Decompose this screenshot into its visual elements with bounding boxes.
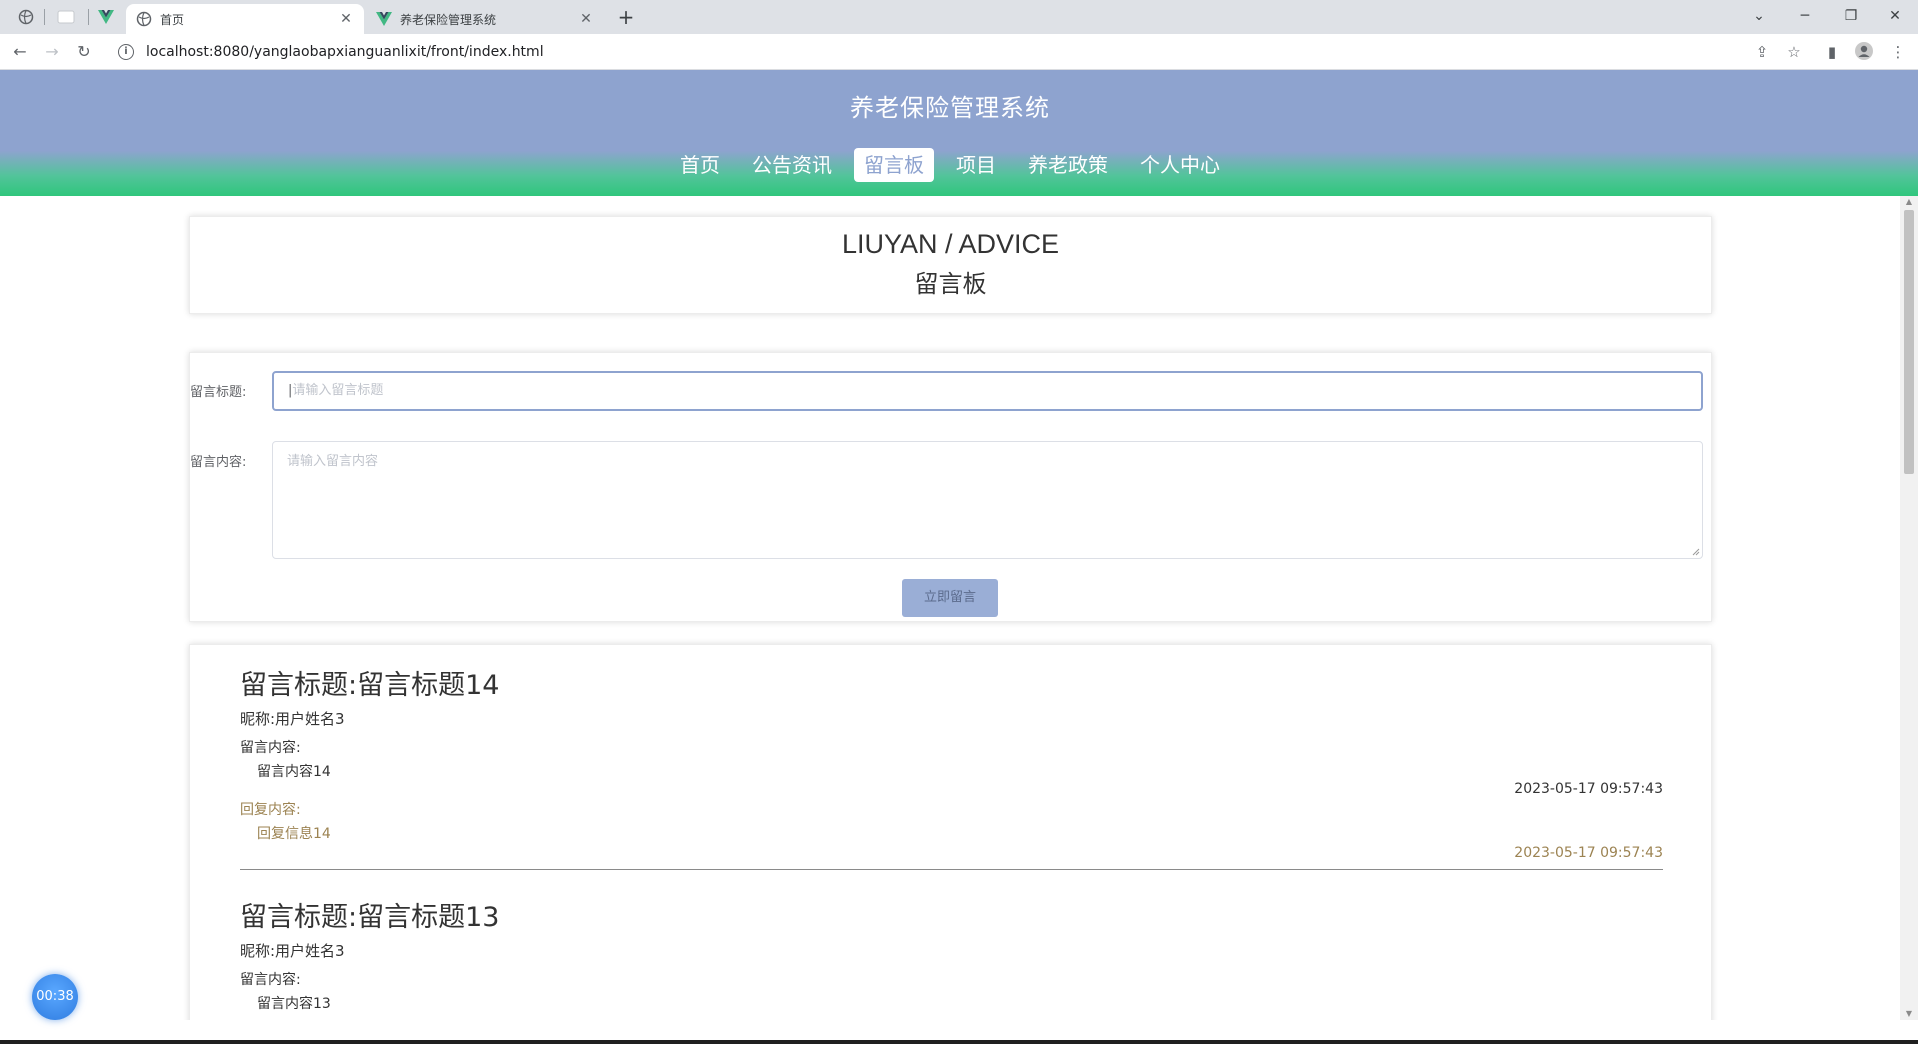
- tab-title: 首页: [160, 12, 185, 27]
- globe-icon: [136, 11, 152, 27]
- list-item: 留言标题:留言标题13 昵称:用户姓名3 留言内容: 留言内容13: [240, 895, 1663, 1013]
- content-field-label: 留言内容:: [190, 455, 247, 470]
- content-textarea-placeholder: 请输入留言内容: [287, 454, 379, 469]
- message-time: 2023-05-17 09:57:43: [1514, 781, 1663, 797]
- url-text[interactable]: localhost:8080/yanglaobapxianguanlixit/f…: [146, 44, 544, 60]
- message-title: 留言标题:留言标题13: [240, 902, 500, 933]
- close-window-button[interactable]: ✕: [1878, 4, 1912, 28]
- back-arrow-icon[interactable]: ←: [8, 40, 32, 64]
- vue-logo-icon: [98, 10, 114, 24]
- forward-arrow-icon[interactable]: →: [40, 40, 64, 64]
- address-bar[interactable]: i localhost:8080/yanglaobapxianguanlixit…: [108, 37, 1778, 67]
- recording-timer[interactable]: 00:38: [32, 974, 78, 1020]
- close-icon[interactable]: ✕: [338, 11, 354, 27]
- page-title: 留言板: [914, 270, 987, 298]
- message-nickname: 昵称:用户姓名3: [240, 942, 345, 960]
- message-title: 留言标题:留言标题14: [240, 670, 500, 701]
- avatar: [1855, 42, 1873, 60]
- nav-message-board[interactable]: 留言板: [854, 148, 934, 182]
- scroll-up-icon[interactable]: ▲: [1900, 196, 1918, 208]
- title-field-label: 留言标题:: [190, 385, 247, 400]
- message-content-label: 留言内容:: [240, 740, 301, 756]
- message-content: 留言内容13: [257, 996, 331, 1012]
- nav-projects[interactable]: 项目: [946, 148, 1006, 182]
- browser-tab-bar: 首页 ✕ 养老保险管理系统 ✕ + ⌄ ─ ❐ ✕: [0, 0, 1918, 34]
- message-content: 留言内容14: [257, 764, 331, 780]
- site-title: 养老保险管理系统: [850, 94, 1050, 122]
- nav-news[interactable]: 公告资讯: [742, 148, 842, 182]
- pinned-tab-globe[interactable]: [8, 4, 44, 30]
- page-scrollbar[interactable]: ▲ ▼: [1900, 196, 1918, 1020]
- minimize-button[interactable]: ─: [1788, 4, 1822, 28]
- profile-icon[interactable]: [1854, 42, 1874, 62]
- page-title-english: LIUYAN / ADVICE: [841, 229, 1060, 259]
- title-input[interactable]: |请输入留言标题: [272, 371, 1703, 411]
- heading-card: LIUYAN / ADVICE 留言板: [189, 216, 1712, 314]
- tab-search-icon[interactable]: ⌄: [1742, 4, 1776, 28]
- message-content-label: 留言内容:: [240, 972, 301, 988]
- nav-home[interactable]: 首页: [670, 148, 730, 182]
- resize-handle-icon[interactable]: [1692, 548, 1700, 556]
- star-icon[interactable]: ☆: [1784, 42, 1804, 62]
- blank-page-icon: [57, 10, 75, 24]
- tab-system[interactable]: 养老保险管理系统 ✕: [366, 4, 604, 34]
- submit-message-button[interactable]: 立即留言: [902, 579, 998, 617]
- share-icon[interactable]: ⇪: [1752, 42, 1772, 62]
- browser-toolbar: ← → ↻ i localhost:8080/yanglaobapxiangua…: [0, 34, 1918, 70]
- side-panel-icon[interactable]: ▮: [1822, 42, 1842, 62]
- reply-time: 2023-05-17 09:57:43: [1514, 845, 1663, 861]
- list-item: 留言标题:留言标题14 昵称:用户姓名3 留言内容: 留言内容14 2023-0…: [240, 663, 1663, 870]
- globe-icon: [18, 9, 34, 25]
- new-tab-button[interactable]: +: [614, 6, 638, 30]
- taskbar-edge: [0, 1040, 1918, 1044]
- page-content: LIUYAN / ADVICE 留言板 留言标题: |请输入留言标题 留言内容:…: [0, 196, 1900, 1020]
- info-icon[interactable]: i: [118, 44, 134, 60]
- content-textarea[interactable]: 请输入留言内容: [272, 441, 1703, 559]
- main-nav: 首页 公告资讯 留言板 项目 养老政策 个人中心: [0, 148, 1900, 182]
- scroll-thumb[interactable]: [1904, 210, 1914, 474]
- message-nickname: 昵称:用户姓名3: [240, 710, 345, 728]
- menu-dots-icon[interactable]: ⋮: [1888, 42, 1908, 62]
- close-icon[interactable]: ✕: [578, 11, 594, 27]
- message-form: 留言标题: |请输入留言标题 留言内容: 请输入留言内容 立即留言: [189, 352, 1712, 622]
- reload-icon[interactable]: ↻: [72, 40, 96, 64]
- scroll-down-icon[interactable]: ▼: [1900, 1008, 1918, 1020]
- nav-personal-center[interactable]: 个人中心: [1130, 148, 1230, 182]
- nav-policy[interactable]: 养老政策: [1018, 148, 1118, 182]
- reply-label: 回复内容:: [240, 802, 301, 818]
- restore-button[interactable]: ❐: [1834, 4, 1868, 28]
- reply-content: 回复信息14: [257, 826, 331, 842]
- pinned-tab-vue[interactable]: [88, 4, 124, 30]
- message-list: 留言标题:留言标题14 昵称:用户姓名3 留言内容: 留言内容14 2023-0…: [189, 644, 1712, 1020]
- title-input-placeholder: 请输入留言标题: [292, 383, 384, 398]
- tab-home[interactable]: 首页 ✕: [126, 4, 364, 34]
- tab-title: 养老保险管理系统: [400, 12, 497, 27]
- vue-logo-icon: [376, 12, 392, 26]
- site-header: 养老保险管理系统 首页 公告资讯 留言板 项目 养老政策 个人中心: [0, 70, 1918, 196]
- pinned-tab-blank[interactable]: [48, 4, 84, 30]
- divider: [240, 869, 1663, 870]
